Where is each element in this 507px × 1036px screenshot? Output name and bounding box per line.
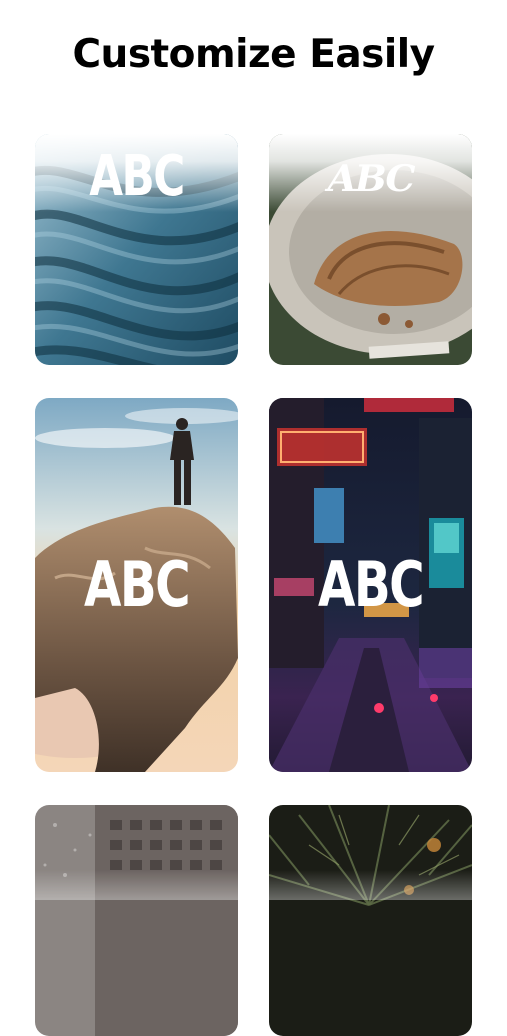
palm-leaves-background <box>269 805 472 1036</box>
card-croissant[interactable]: ABC <box>269 134 472 365</box>
card-text-label: ABC <box>83 548 191 621</box>
card-text-label: ABC <box>317 548 425 621</box>
card-rainy-window[interactable] <box>35 805 238 1036</box>
rainy-window-background <box>35 805 238 1036</box>
card-neon-city[interactable]: ABC <box>269 398 472 772</box>
card-sand[interactable]: ABC <box>35 134 238 365</box>
page-title: Customize Easily <box>72 32 435 77</box>
card-mountain[interactable]: ABC <box>35 398 238 772</box>
card-text-label: ABC <box>89 144 185 209</box>
card-palm-leaves[interactable] <box>269 805 472 1036</box>
card-text-label: ABC <box>327 158 416 200</box>
